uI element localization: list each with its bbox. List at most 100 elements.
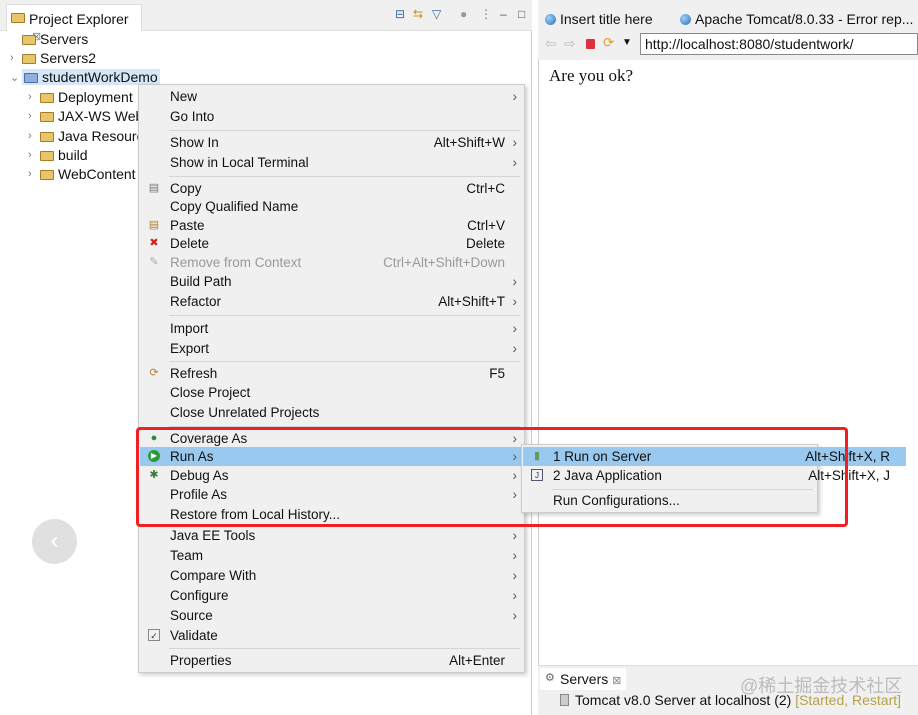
menu-item-label: Validate	[170, 628, 218, 643]
tree-item[interactable]: studentWorkDemo	[22, 69, 160, 85]
link-editor-icon[interactable]: ⇆	[413, 8, 425, 20]
shortcut: Alt+Shift+W	[433, 135, 505, 150]
forward-icon[interactable]: ⇨	[564, 36, 575, 52]
menu-item-copy[interactable]: ▤ Copy Ctrl+C	[140, 179, 523, 198]
menu-item-show-in-local-terminal[interactable]: Show in Local Terminal ›	[140, 153, 523, 172]
menu-item-java-ee-tools[interactable]: Java EE Tools ›	[140, 526, 523, 545]
menu-item-label: Delete	[170, 236, 210, 251]
view-menu-icon[interactable]: ⋮	[480, 8, 492, 20]
close-icon[interactable]: ⊠	[612, 675, 621, 687]
menu-item-label: Show In	[170, 135, 219, 150]
tree-item[interactable]: Java Resourc	[40, 128, 144, 144]
chevron-right-icon: ›	[512, 274, 518, 289]
paste-icon: ▤	[148, 219, 160, 231]
chevron-right-icon: ›	[512, 568, 518, 583]
chevron-right-icon[interactable]: ›	[28, 168, 32, 180]
chevron-right-icon[interactable]: ›	[28, 91, 32, 103]
menu-item-source[interactable]: Source ›	[140, 606, 523, 625]
minimize-icon[interactable]: –	[500, 8, 512, 20]
maximize-icon[interactable]: □	[518, 8, 530, 20]
menu-item-validate[interactable]: ✓ Validate	[140, 626, 523, 645]
menu-separator	[169, 176, 520, 177]
toolbar-icon[interactable]: ●	[460, 8, 472, 20]
tree-item[interactable]: Deployment	[40, 89, 133, 105]
chevron-right-icon: ›	[512, 89, 518, 104]
menu-item-refactor[interactable]: Refactor Alt+Shift+T ›	[140, 292, 523, 311]
menu-item-build-path[interactable]: Build Path ›	[140, 272, 523, 291]
tree-item-label: WebContent	[58, 166, 136, 182]
chevron-right-icon[interactable]: ›	[28, 130, 32, 142]
tab-label: Apache Tomcat/8.0.33 - Error rep...	[695, 11, 914, 27]
menu-separator	[169, 361, 520, 362]
folder-icon	[40, 151, 54, 161]
menu-item-configure[interactable]: Configure ›	[140, 586, 523, 605]
menu-item-label: Compare With	[170, 568, 257, 583]
menu-item-export[interactable]: Export ›	[140, 339, 523, 358]
menu-item-close-project[interactable]: Close Project	[140, 383, 523, 402]
menu-item-import[interactable]: Import ›	[140, 319, 523, 338]
menu-item-label: Refactor	[170, 294, 222, 309]
url-input[interactable]: http://localhost:8080/studentwork/	[640, 33, 918, 55]
menu-item-label: Show in Local Terminal	[170, 155, 309, 170]
tree-item[interactable]: JAX-WS Web	[40, 108, 143, 124]
menu-item-new[interactable]: New ›	[140, 87, 523, 106]
menu-item-close-unrelated-projects[interactable]: Close Unrelated Projects	[140, 403, 523, 422]
menu-item-team[interactable]: Team ›	[140, 546, 523, 565]
menu-item-delete[interactable]: ✖ Delete Delete	[140, 234, 523, 253]
menu-item-compare-with[interactable]: Compare With ›	[140, 566, 523, 585]
refresh-icon: ⟳	[149, 367, 159, 379]
tab-servers[interactable]: ⚙ Servers ⊠	[540, 668, 626, 690]
tree-item[interactable]: Servers2	[22, 50, 96, 66]
menu-item-label: Go Into	[170, 109, 215, 124]
collapse-all-icon[interactable]: ⊟	[395, 8, 407, 20]
project-icon	[24, 73, 38, 83]
refresh-icon[interactable]: ⟳	[603, 35, 614, 51]
chevron-down-icon[interactable]: ▼	[622, 37, 632, 48]
filter-icon[interactable]: ▽	[432, 8, 444, 20]
annotation-box	[136, 427, 848, 527]
watermark: @稀土掘金技术社区	[740, 676, 903, 696]
folder-icon	[40, 132, 54, 142]
back-button[interactable]: ‹	[32, 519, 77, 564]
browser-tab-1[interactable]: Insert title here	[545, 11, 653, 27]
remove-context-icon: ✎	[149, 256, 159, 268]
back-icon[interactable]: ⇦	[545, 36, 556, 52]
menu-item-show-in[interactable]: Show In Alt+Shift+W ›	[140, 133, 523, 152]
menu-item-remove-from-context[interactable]: ✎ Remove from Context Ctrl+Alt+Shift+Down	[140, 253, 523, 272]
chevron-right-icon: ›	[512, 548, 518, 563]
chevron-right-icon[interactable]: ›	[28, 110, 32, 122]
chevron-right-icon[interactable]: ›	[10, 52, 14, 64]
chevron-right-icon: ›	[512, 135, 518, 150]
menu-item-label: Java EE Tools	[170, 528, 256, 543]
menu-item-paste[interactable]: ▤ Paste Ctrl+V	[140, 216, 523, 235]
tab-label: Servers	[560, 671, 609, 687]
chevron-down-icon[interactable]: ⌄	[10, 71, 19, 84]
menu-item-go-into[interactable]: Go Into	[140, 107, 523, 126]
menu-item-copy-qualified-name[interactable]: Copy Qualified Name	[140, 197, 523, 216]
stop-icon[interactable]	[586, 39, 595, 49]
tab-project-explorer[interactable]: Project Explorer ⊠	[6, 4, 142, 43]
menu-item-label: Copy Qualified Name	[170, 199, 299, 214]
browser-tab-2[interactable]: Apache Tomcat/8.0.33 - Error rep...	[680, 11, 913, 27]
delete-icon: ✖	[149, 237, 159, 249]
menu-item-label: Source	[170, 608, 213, 623]
chevron-right-icon[interactable]: ›	[28, 149, 32, 161]
folder-icon	[40, 112, 54, 122]
menu-item-label: Team	[170, 548, 204, 563]
menu-item-refresh[interactable]: ⟳ Refresh F5	[140, 364, 523, 383]
shortcut: F5	[489, 366, 505, 381]
tab-label: Insert title here	[560, 11, 653, 27]
tree-item[interactable]: Servers	[22, 31, 88, 47]
menu-item-label: Properties	[170, 653, 232, 668]
chevron-right-icon: ›	[512, 528, 518, 543]
menu-item-properties[interactable]: Properties Alt+Enter	[140, 651, 523, 670]
tree-item-label: Servers	[40, 31, 89, 47]
shortcut: Alt+Enter	[449, 653, 505, 668]
globe-icon	[545, 14, 556, 25]
tree-item-label: studentWorkDemo	[42, 69, 158, 85]
tree-item[interactable]: WebContent	[40, 166, 136, 182]
tree-item[interactable]: build	[40, 147, 88, 163]
tree-item-label: JAX-WS Web	[58, 108, 144, 124]
tree-item-label: Deployment	[58, 89, 133, 105]
shortcut: Ctrl+Alt+Shift+Down	[383, 255, 505, 270]
